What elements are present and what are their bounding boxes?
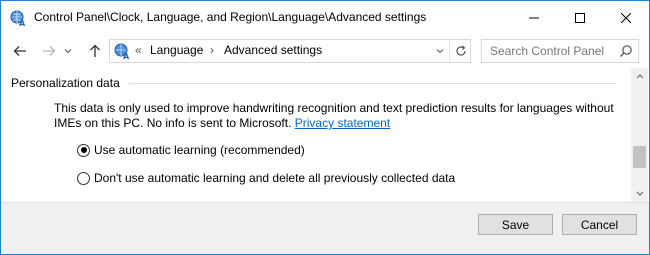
option-label[interactable]: Don't use automatic learning and delete … xyxy=(94,171,455,185)
address-dropdown-button[interactable] xyxy=(431,40,448,62)
caret-up-icon xyxy=(636,74,643,79)
search-input[interactable] xyxy=(482,40,617,62)
maximize-icon xyxy=(575,12,585,23)
navigation-bar: A « Language › Advanced settings xyxy=(1,34,649,67)
breadcrumb-language[interactable]: Language xyxy=(150,43,203,57)
window-title: Control Panel\Clock, Language, and Regio… xyxy=(34,10,427,24)
chevron-down-icon xyxy=(64,49,72,54)
back-button[interactable] xyxy=(9,40,31,62)
section-divider xyxy=(129,83,616,84)
close-icon xyxy=(621,12,631,23)
address-bar[interactable]: A « Language › Advanced settings xyxy=(109,39,471,63)
chevron-down-icon xyxy=(436,49,443,54)
privacy-statement-link[interactable]: Privacy statement xyxy=(295,116,390,130)
option-disable-learning[interactable]: Don't use automatic learning and delete … xyxy=(77,170,455,186)
radio-button-unselected[interactable] xyxy=(77,171,90,185)
cancel-button[interactable]: Cancel xyxy=(562,214,637,235)
caret-down-icon xyxy=(636,191,643,196)
minimize-icon xyxy=(529,17,539,18)
recent-locations-button[interactable] xyxy=(61,40,75,62)
option-label[interactable]: Use automatic learning (recommended) xyxy=(94,143,305,157)
svg-text:A: A xyxy=(19,19,26,27)
arrow-right-icon xyxy=(43,46,56,56)
radio-button-selected[interactable] xyxy=(77,143,90,157)
button-bar: Save Cancel xyxy=(1,202,649,254)
svg-text:A: A xyxy=(123,52,130,60)
close-button[interactable] xyxy=(603,1,649,34)
scroll-up-button[interactable] xyxy=(631,68,648,85)
window: A Control Panel\Clock, Language, and Reg… xyxy=(0,0,650,255)
search-icon[interactable] xyxy=(619,44,633,58)
scroll-down-button[interactable] xyxy=(631,185,648,202)
section-heading: Personalization data xyxy=(11,76,120,90)
minimize-button[interactable] xyxy=(511,1,557,34)
vertical-scrollbar[interactable] xyxy=(631,68,648,202)
control-panel-language-icon: A xyxy=(114,43,130,60)
refresh-button[interactable] xyxy=(449,40,471,62)
search-box[interactable] xyxy=(481,39,639,63)
breadcrumb-separator[interactable]: › xyxy=(210,43,214,57)
control-panel-language-icon: A xyxy=(10,10,26,27)
arrow-up-icon xyxy=(90,44,100,57)
arrow-left-icon xyxy=(13,46,26,56)
breadcrumb-advanced-settings[interactable]: Advanced settings xyxy=(224,43,322,57)
option-automatic-learning[interactable]: Use automatic learning (recommended) xyxy=(77,142,305,158)
scrollbar-thumb[interactable] xyxy=(633,146,646,168)
content-area: Personalization data This data is only u… xyxy=(1,68,631,202)
forward-button[interactable] xyxy=(38,40,60,62)
refresh-icon xyxy=(455,45,466,56)
save-button[interactable]: Save xyxy=(478,214,553,235)
up-button[interactable] xyxy=(84,40,106,62)
address-overflow[interactable]: « xyxy=(135,43,142,57)
description-text: This data is only used to improve handwr… xyxy=(54,101,624,131)
title-bar: A Control Panel\Clock, Language, and Reg… xyxy=(1,1,649,34)
maximize-button[interactable] xyxy=(557,1,603,34)
